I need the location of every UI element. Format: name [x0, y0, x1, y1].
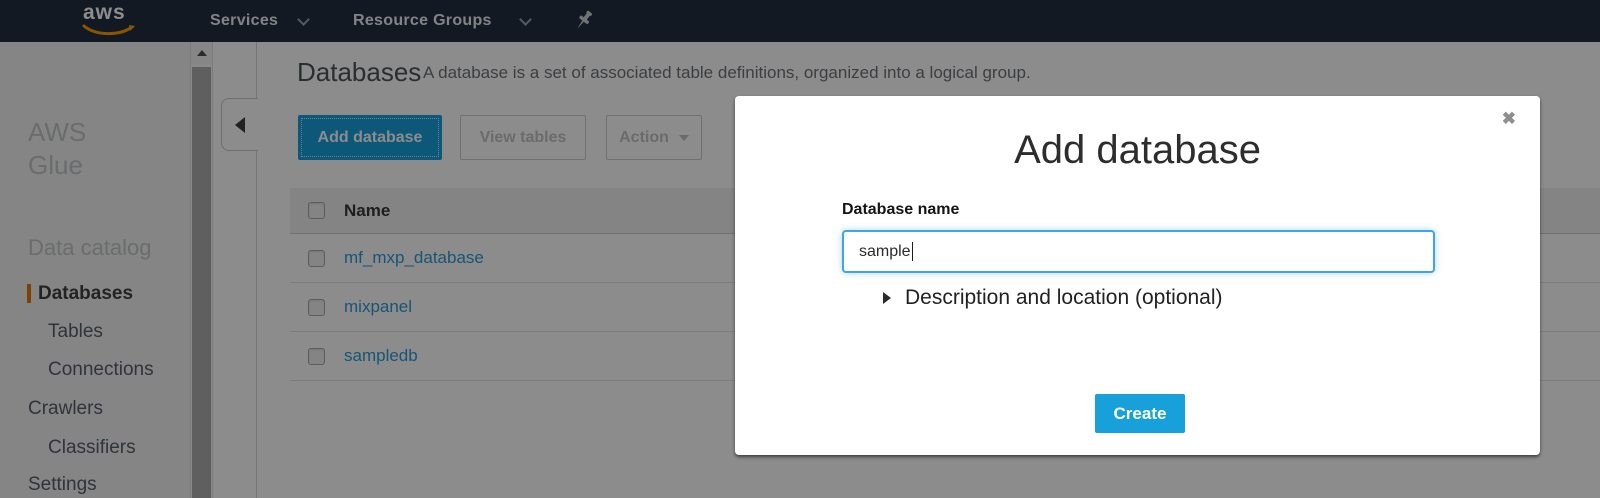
description-location-disclosure[interactable]: Description and location (optional) [883, 286, 1223, 310]
disclosure-label: Description and location (optional) [905, 286, 1223, 310]
database-name-label: Database name [842, 201, 959, 219]
close-icon[interactable]: ✖ [1502, 110, 1516, 127]
add-database-modal: ✖ Add database Database name sample Desc… [735, 96, 1540, 455]
create-button[interactable]: Create [1095, 394, 1185, 433]
text-caret [912, 242, 913, 261]
modal-title: Add database [735, 128, 1540, 173]
database-name-input[interactable]: sample [842, 230, 1435, 273]
disclosure-triangle-icon [883, 292, 891, 304]
database-name-value: sample [859, 243, 911, 261]
